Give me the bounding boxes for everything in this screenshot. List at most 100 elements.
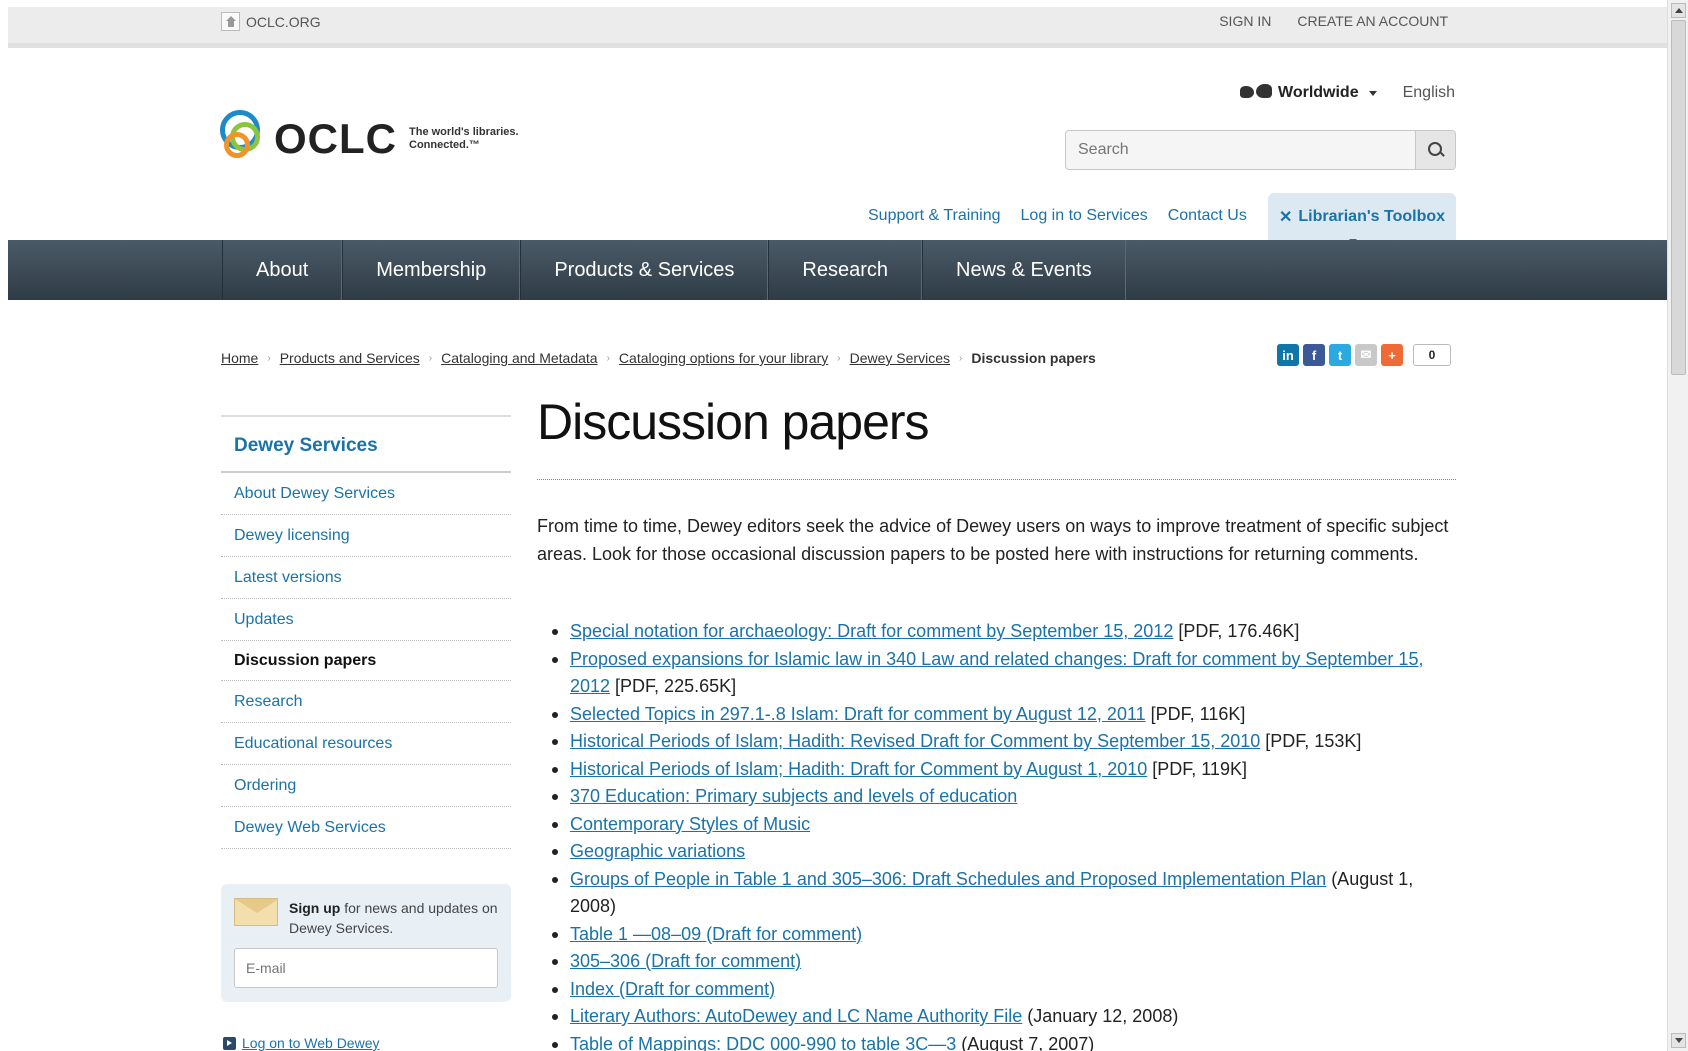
document-link[interactable]: 305–306 (Draft for comment)	[570, 951, 801, 971]
oclc-org-label: OCLC.ORG	[246, 13, 321, 30]
breadcrumb: Home › Products and Services › Catalogin…	[221, 350, 1096, 366]
sidebar: Dewey Services About Dewey Services Dewe…	[221, 415, 511, 849]
breadcrumb-dewey-services[interactable]: Dewey Services	[850, 350, 950, 366]
email-field[interactable]	[234, 948, 498, 988]
sidebar-item-dewey-web-services[interactable]: Dewey Web Services	[221, 807, 511, 849]
librarians-toolbox-tab[interactable]: ✕ Librarian's Toolbox	[1268, 193, 1456, 241]
create-account-link[interactable]: CREATE AN ACCOUNT	[1297, 13, 1448, 29]
sidebar-item-about-dewey-services[interactable]: About Dewey Services	[221, 473, 511, 515]
signup-bold[interactable]: Sign up	[289, 900, 340, 916]
breadcrumb-current: Discussion papers	[971, 350, 1096, 366]
breadcrumb-separator: ›	[428, 352, 433, 364]
list-item: Index (Draft for comment)	[537, 976, 1457, 1004]
home-icon	[221, 12, 240, 31]
list-item: Proposed expansions for Islamic law in 3…	[537, 646, 1457, 701]
breadcrumb-separator: ›	[606, 352, 610, 364]
newsletter-signup: Sign up for news and updates on Dewey Se…	[221, 884, 511, 1002]
nav-news-events[interactable]: News & Events	[922, 240, 1126, 300]
sidebar-title[interactable]: Dewey Services	[221, 417, 511, 473]
nav-about[interactable]: About	[222, 240, 343, 300]
addthis-plus-icon[interactable]: +	[1381, 344, 1403, 366]
nav-membership[interactable]: Membership	[342, 240, 521, 300]
linkedin-icon[interactable]: in	[1277, 344, 1299, 366]
account-links: SIGN IN CREATE AN ACCOUNT	[1219, 13, 1448, 29]
sidebar-item-discussion-papers[interactable]: Discussion papers	[221, 641, 511, 681]
page-title: Discussion papers	[537, 394, 930, 450]
title-divider	[537, 479, 1456, 480]
list-item: Table of Mappings: DDC 000-990 to table …	[537, 1031, 1457, 1051]
document-note: [PDF, 116K]	[1145, 703, 1246, 724]
document-link[interactable]: Contemporary Styles of Music	[570, 814, 810, 834]
breadcrumb-home[interactable]: Home	[221, 350, 258, 366]
sidebar-item-dewey-licensing[interactable]: Dewey licensing	[221, 515, 511, 557]
oclc-logo[interactable]: OCLC The world's libraries. Connected.™	[220, 108, 549, 170]
breadcrumb-separator: ›	[267, 352, 271, 364]
document-link[interactable]: Index (Draft for comment)	[570, 979, 775, 999]
toolbox-label: Librarian's Toolbox	[1298, 208, 1446, 225]
sidebar-item-research[interactable]: Research	[221, 681, 511, 723]
document-note: [PDF, 176.46K]	[1173, 621, 1300, 641]
sidebar-item-latest-versions[interactable]: Latest versions	[221, 557, 511, 599]
document-link[interactable]: Special notation for archaeology: Draft …	[570, 621, 1173, 641]
region-selector: Worldwide English	[1240, 84, 1455, 102]
list-item: Historical Periods of Islam; Hadith: Rev…	[537, 728, 1457, 756]
tools-icon: ✕	[1278, 209, 1293, 226]
scroll-up-arrow-icon[interactable]	[1671, 3, 1686, 18]
search-input[interactable]	[1066, 131, 1415, 169]
quick-links: Support & Training Log in to Services Co…	[868, 207, 1247, 225]
scrollbar-thumb[interactable]	[1671, 20, 1686, 375]
document-link[interactable]: Historical Periods of Islam; Hadith: Dra…	[570, 759, 1147, 779]
document-link[interactable]: Table of Mappings: DDC 000-990 to table …	[570, 1034, 956, 1051]
list-item: Geographic variations	[537, 838, 1457, 866]
breadcrumb-products-services[interactable]: Products and Services	[280, 350, 420, 366]
logo-tagline: The world's libraries. Connected.™	[409, 126, 519, 151]
email-icon[interactable]: ✉	[1355, 344, 1377, 366]
sidebar-item-updates[interactable]: Updates	[221, 599, 511, 641]
sidebar-item-educational-resources[interactable]: Educational resources	[221, 723, 511, 765]
worldwide-dropdown[interactable]: Worldwide	[1240, 84, 1377, 102]
arrow-right-icon	[223, 1036, 236, 1050]
web-dewey-link[interactable]: Log on to Web Dewey	[242, 1035, 380, 1051]
search-button[interactable]	[1415, 131, 1455, 169]
utility-bar: OCLC.ORG SIGN IN CREATE AN ACCOUNT	[8, 7, 1668, 48]
document-link[interactable]: Groups of People in Table 1 and 305–306:…	[570, 869, 1326, 889]
breadcrumb-cataloging-metadata[interactable]: Cataloging and Metadata	[441, 350, 597, 366]
scroll-down-arrow-icon[interactable]	[1671, 1033, 1686, 1048]
document-note: (January 12, 2008)	[1022, 1006, 1179, 1026]
document-link[interactable]: Historical Periods of Islam; Hadith: Rev…	[570, 731, 1260, 751]
document-link[interactable]: Selected Topics in 297.1-.8 Islam: Draft…	[570, 704, 1146, 724]
signup-text: Sign up for news and updates on Dewey Se…	[289, 898, 499, 938]
breadcrumb-cataloging-options[interactable]: Cataloging options for your library	[619, 350, 828, 366]
facebook-icon[interactable]: f	[1303, 344, 1325, 366]
list-item: Selected Topics in 297.1-.8 Islam: Draft…	[537, 701, 1457, 729]
nav-research[interactable]: Research	[768, 240, 922, 300]
breadcrumb-separator: ›	[837, 352, 841, 364]
list-item: Table 1 —08–09 (Draft for comment)	[537, 921, 1457, 949]
envelope-icon	[234, 898, 279, 926]
log-in-to-services-link[interactable]: Log in to Services	[1021, 207, 1148, 225]
support-training-link[interactable]: Support & Training	[868, 207, 1001, 225]
list-item: Contemporary Styles of Music	[537, 811, 1457, 839]
main-nav: About Membership Products & Services Res…	[8, 240, 1668, 300]
twitter-icon[interactable]: t	[1329, 344, 1351, 366]
list-item: Special notation for archaeology: Draft …	[537, 618, 1457, 646]
list-item: 370 Education: Primary subjects and leve…	[537, 783, 1457, 811]
nav-products-services[interactable]: Products & Services	[520, 240, 769, 300]
list-item: 305–306 (Draft for comment)	[537, 948, 1457, 976]
oclc-org-link[interactable]: OCLC.ORG	[221, 12, 321, 31]
document-link[interactable]: Geographic variations	[570, 841, 745, 861]
list-item: Historical Periods of Islam; Hadith: Dra…	[537, 756, 1457, 784]
document-link[interactable]: 370 Education: Primary subjects and leve…	[570, 786, 1017, 806]
language-link[interactable]: English	[1403, 84, 1455, 102]
intro-paragraph: From time to time, Dewey editors seek th…	[537, 516, 1449, 564]
sidebar-item-ordering[interactable]: Ordering	[221, 765, 511, 807]
page-scrollbar[interactable]	[1667, 0, 1688, 1051]
document-link[interactable]: Literary Authors: AutoDewey and LC Name …	[570, 1006, 1022, 1026]
share-count: 0	[1413, 344, 1451, 366]
document-link[interactable]: Table 1 —08–09 (Draft for comment)	[570, 924, 862, 944]
sign-in-link[interactable]: SIGN IN	[1219, 13, 1271, 29]
breadcrumb-separator: ›	[958, 352, 963, 364]
contact-us-link[interactable]: Contact Us	[1168, 207, 1247, 225]
search-icon	[1427, 142, 1444, 158]
document-note: [PDF, 119K]	[1147, 758, 1247, 779]
